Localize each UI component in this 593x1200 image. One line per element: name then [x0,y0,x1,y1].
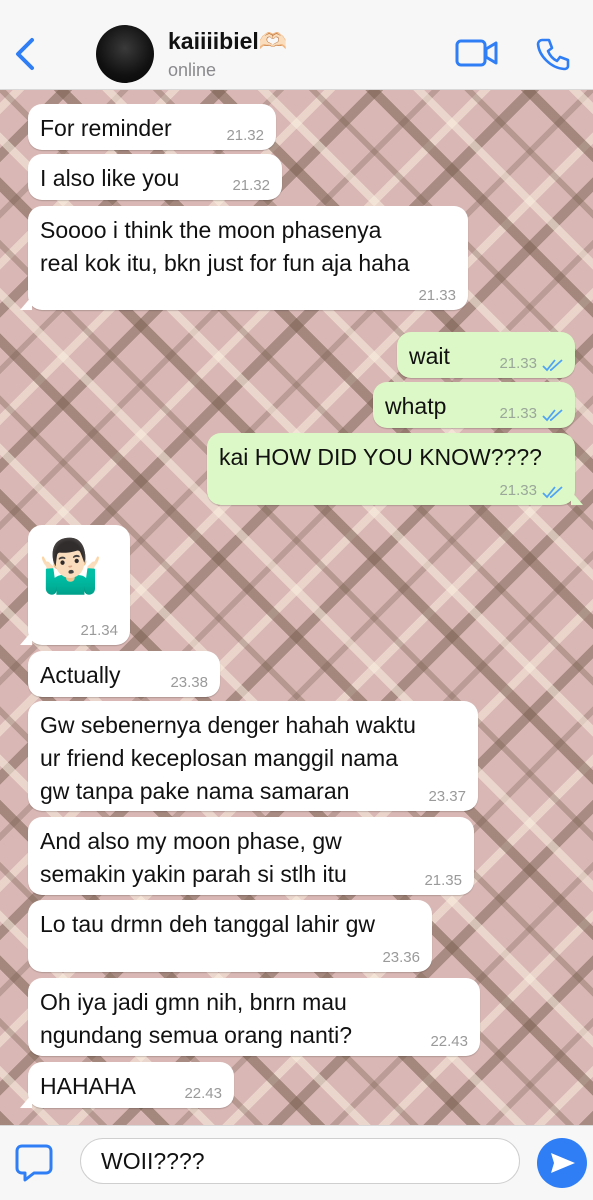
send-button[interactable] [537,1138,587,1188]
message-time: 23.38 [170,674,208,691]
message-text-line: ur friend keceplosan manggil nama [40,745,398,771]
avatar[interactable] [96,25,154,83]
message-time: 21.33 [499,482,537,499]
incoming-message[interactable]: Actually 23.38 [28,651,220,697]
message-time: 21.33 [418,287,456,304]
attach-icon[interactable] [14,1142,54,1182]
incoming-message[interactable]: And also my moon phase, gw semakin yakin… [28,817,474,895]
incoming-message[interactable]: I also like you 21.32 [28,154,282,200]
message-time: 21.32 [226,127,264,144]
outgoing-message[interactable]: kai HOW DID YOU KNOW???? 21.33 [207,433,583,505]
message-time: 21.35 [424,872,462,889]
message-text-line: Oh iya jadi gmn nih, bnrn mau [40,989,347,1015]
message-text-line: semakin yakin parah si stlh itu [40,861,347,887]
outgoing-message[interactable]: wait 21.33 [397,332,575,378]
message-time: 21.34 [80,622,118,639]
incoming-message[interactable]: Gw sebenernya denger hahah waktu ur frie… [28,701,478,811]
message-text: whatp [385,393,447,419]
send-icon [551,1153,575,1173]
message-text: kai HOW DID YOU KNOW???? [219,444,542,470]
message-text: HAHAHA [40,1073,136,1099]
contact-name[interactable]: kaiiiibiel🫶🏻 [168,28,287,55]
incoming-message[interactable]: Lo tau drmn deh tanggal lahir gw 23.36 [28,900,432,972]
back-chevron-icon[interactable] [10,36,40,72]
shrug-emoji: 🤷🏻‍♂️ [38,538,103,596]
message-text-line: Gw sebenernya denger hahah waktu [40,712,416,738]
message-time: 23.37 [428,788,466,805]
message-text-line: Soooo i think the moon phasenya [40,217,382,243]
incoming-message[interactable]: For reminder 21.32 [28,104,276,150]
read-receipt-icon [542,409,563,422]
phone-icon[interactable] [535,36,571,72]
message-text: I also like you [40,165,180,191]
read-receipt-icon [542,359,563,372]
chat-header: kaiiiibiel🫶🏻 online [0,0,593,90]
incoming-message[interactable]: Soooo i think the moon phasenya real kok… [20,206,468,310]
outgoing-message[interactable]: whatp 21.33 [373,382,575,428]
chat-background: For reminder 21.32 I also like you 21.32… [0,90,593,1125]
message-input[interactable] [80,1138,520,1184]
message-time: 22.43 [184,1085,222,1102]
incoming-emoji-message[interactable]: 🤷🏻‍♂️ 21.34 [20,525,130,645]
message-text-line: gw tanpa pake nama samaran [40,778,350,804]
message-text-line: ngundang semua orang nanti? [40,1022,353,1048]
message-text-line: real kok itu, bkn just for fun aja haha [40,250,410,276]
message-text-line: And also my moon phase, gw [40,828,342,854]
read-receipt-icon [542,486,563,499]
message-time: 22.43 [430,1033,468,1050]
contact-status: online [168,60,217,80]
composer-bar [0,1125,593,1200]
message-text: For reminder [40,115,172,141]
message-time: 21.32 [232,177,270,194]
message-text: Actually [40,662,121,688]
incoming-message[interactable]: Oh iya jadi gmn nih, bnrn mau ngundang s… [28,978,480,1056]
incoming-message[interactable]: HAHAHA 22.43 [20,1062,234,1108]
message-time: 21.33 [499,355,537,372]
message-text: wait [409,343,450,369]
video-call-icon[interactable] [455,36,499,70]
message-time: 23.36 [382,949,420,966]
message-text: Lo tau drmn deh tanggal lahir gw [40,911,375,937]
message-time: 21.33 [499,405,537,422]
